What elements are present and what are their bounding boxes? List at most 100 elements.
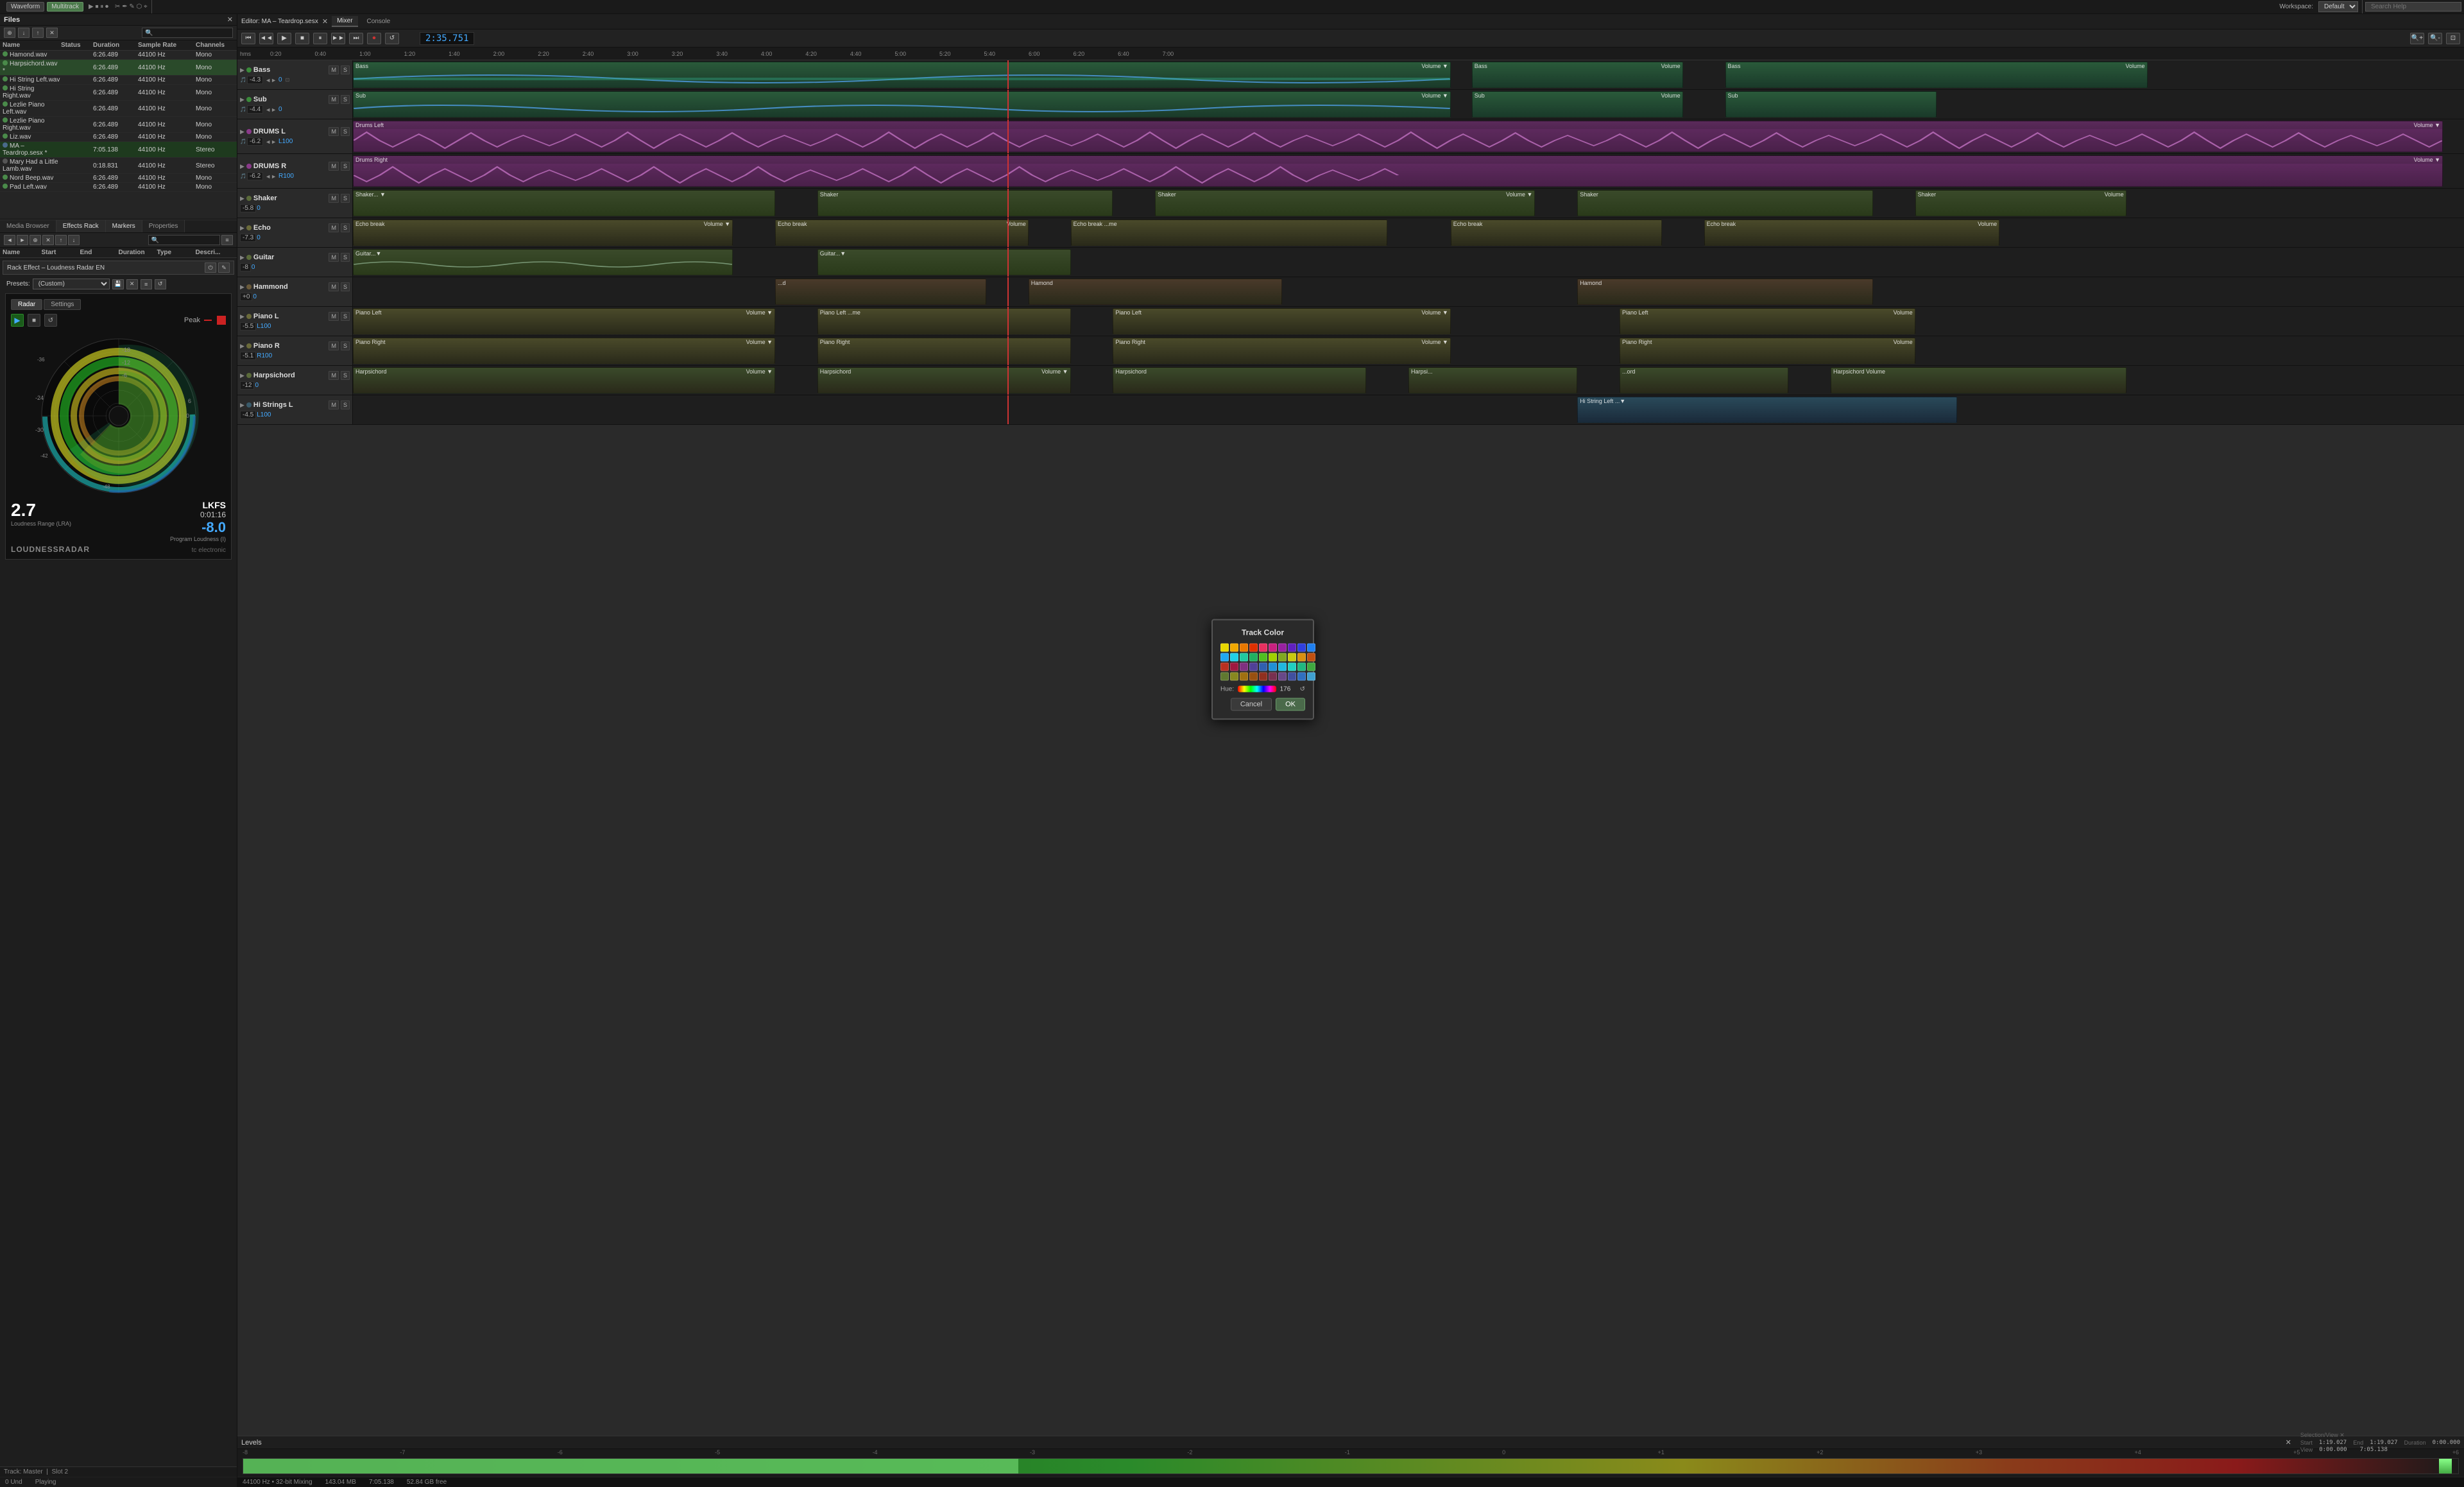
marker-menu[interactable]: ≡ bbox=[221, 235, 233, 245]
piano-l-clip-2[interactable]: Piano Left ...me bbox=[817, 308, 1071, 334]
color-swatch[interactable] bbox=[1288, 672, 1296, 680]
zoom-out[interactable]: 🔍- bbox=[2428, 33, 2442, 44]
color-swatch[interactable] bbox=[1307, 643, 1315, 651]
histr-m[interactable]: M bbox=[329, 400, 339, 409]
tab-console[interactable]: Console bbox=[362, 17, 396, 26]
file-row[interactable]: Hamond.wav 6:26.489 44100 Hz Mono bbox=[0, 51, 237, 60]
drums-l-content[interactable]: Drums Left Volume ▼ bbox=[353, 119, 2464, 153]
transport-fwd[interactable]: ►► bbox=[331, 33, 345, 44]
presets-select[interactable]: (Custom) bbox=[33, 279, 110, 289]
drums-r-content[interactable]: Drums Right Volume ▼ bbox=[353, 154, 2464, 188]
file-row[interactable]: Mary Had a Little Lamb.wav 0:18.831 4410… bbox=[0, 158, 237, 174]
sub-clip-3[interactable]: Sub bbox=[1725, 91, 1937, 117]
color-swatch[interactable] bbox=[1297, 662, 1306, 671]
files-btn-2[interactable]: ↓ bbox=[18, 28, 30, 38]
piano-l-clip-3[interactable]: Piano Left Volume ▼ bbox=[1113, 308, 1450, 334]
file-row[interactable]: Nord Beep.wav 6:26.489 44100 Hz Mono bbox=[0, 174, 237, 183]
piano-r-clip-2[interactable]: Piano Right bbox=[817, 338, 1071, 364]
bass-clip-3[interactable]: Bass Volume bbox=[1725, 62, 2148, 88]
shaker-clip-5[interactable]: Shaker Volume bbox=[1915, 190, 2126, 216]
color-swatch[interactable] bbox=[1307, 653, 1315, 661]
sub-clip-1[interactable]: Sub Volume ▼ bbox=[353, 91, 1451, 117]
piano-r-m[interactable]: M bbox=[329, 341, 339, 350]
tab-media-browser[interactable]: Media Browser bbox=[0, 220, 56, 232]
piano-r-clip-4[interactable]: Piano Right Volume bbox=[1620, 338, 1915, 364]
rack-power[interactable]: ⏻ bbox=[205, 262, 216, 273]
piano-l-s[interactable]: S bbox=[341, 312, 350, 321]
harpsichord-content[interactable]: Harpsichord Volume ▼ Harpsichord Volume … bbox=[353, 366, 2464, 395]
files-search[interactable] bbox=[142, 28, 233, 38]
echo-clip-4[interactable]: Echo break bbox=[1451, 219, 1662, 246]
preset-reset[interactable]: ↺ bbox=[155, 279, 166, 289]
color-swatch[interactable] bbox=[1220, 653, 1229, 661]
color-swatch[interactable] bbox=[1220, 662, 1229, 671]
file-row[interactable]: Pad Left.wav 6:26.489 44100 Hz Mono bbox=[0, 183, 237, 192]
color-swatch[interactable] bbox=[1220, 643, 1229, 651]
color-swatch[interactable] bbox=[1220, 672, 1229, 680]
piano-r-clip-3[interactable]: Piano Right Volume ▼ bbox=[1113, 338, 1450, 364]
color-swatch[interactable] bbox=[1269, 643, 1277, 651]
drums-l-s[interactable]: S bbox=[341, 127, 350, 136]
hue-slider[interactable] bbox=[1238, 686, 1276, 692]
file-row[interactable]: Hi String Left.wav 6:26.489 44100 Hz Mon… bbox=[0, 76, 237, 85]
color-swatch[interactable] bbox=[1240, 662, 1248, 671]
markers-search[interactable] bbox=[148, 235, 221, 245]
echo-clip-2[interactable]: Echo break Volume bbox=[775, 219, 1029, 246]
drums-r-s[interactable]: S bbox=[341, 162, 350, 171]
zoom-in[interactable]: 🔍+ bbox=[2410, 33, 2424, 44]
files-btn-3[interactable]: ↑ bbox=[32, 28, 44, 38]
hammond-clip-2[interactable]: Hamond bbox=[1029, 279, 1282, 305]
transport-stop[interactable]: ■ bbox=[295, 33, 309, 44]
transport-back[interactable]: ◄◄ bbox=[259, 33, 273, 44]
piano-l-clip-4[interactable]: Piano Left Volume bbox=[1620, 308, 1915, 334]
workspace-select[interactable]: Default bbox=[2318, 1, 2358, 12]
color-swatch[interactable] bbox=[1297, 672, 1306, 680]
harp-clip-2[interactable]: Harpsichord Volume ▼ bbox=[817, 367, 1071, 393]
editor-close[interactable]: ✕ bbox=[322, 17, 328, 26]
shaker-clip-2[interactable]: Shaker bbox=[817, 190, 1113, 216]
hue-reset[interactable]: ↺ bbox=[1300, 685, 1305, 692]
drums-l-m[interactable]: M bbox=[329, 127, 339, 136]
marker-btn-1[interactable]: ◄ bbox=[4, 235, 15, 245]
color-swatch[interactable] bbox=[1249, 653, 1258, 661]
color-swatch[interactable] bbox=[1259, 643, 1267, 651]
drums-r-m[interactable]: M bbox=[329, 162, 339, 171]
color-swatch[interactable] bbox=[1288, 643, 1296, 651]
color-swatch[interactable] bbox=[1249, 672, 1258, 680]
guitar-clip-2[interactable]: Guitar...▼ bbox=[817, 249, 1071, 275]
color-swatch[interactable] bbox=[1297, 653, 1306, 661]
bass-clip-2[interactable]: Bass Volume bbox=[1472, 62, 1683, 88]
color-swatch[interactable] bbox=[1278, 643, 1287, 651]
piano-r-clip-1[interactable]: Piano Right Volume ▼ bbox=[353, 338, 775, 364]
marker-btn-6[interactable]: ↓ bbox=[68, 235, 80, 245]
radar-tab-radar[interactable]: Radar bbox=[11, 299, 42, 310]
marker-btn-4[interactable]: ✕ bbox=[42, 235, 54, 245]
marker-btn-3[interactable]: ⊕ bbox=[30, 235, 41, 245]
hammond-clip-1[interactable]: ...d bbox=[775, 279, 986, 305]
radar-tab-settings[interactable]: Settings bbox=[44, 299, 81, 310]
guitar-m[interactable]: M bbox=[329, 253, 339, 262]
harp-clip-5[interactable]: ...ord bbox=[1620, 367, 1788, 393]
transport-rewind[interactable]: ⏮ bbox=[241, 33, 255, 44]
cancel-button[interactable]: Cancel bbox=[1231, 698, 1272, 710]
echo-s[interactable]: S bbox=[341, 223, 350, 232]
piano-l-clip-1[interactable]: Piano Left Volume ▼ bbox=[353, 308, 775, 334]
sub-m[interactable]: M bbox=[329, 95, 339, 104]
color-swatch[interactable] bbox=[1269, 662, 1277, 671]
shaker-clip-1[interactable]: Shaker... ▼ bbox=[353, 190, 775, 216]
transport-play[interactable]: ▶ bbox=[277, 33, 291, 44]
color-swatch[interactable] bbox=[1249, 643, 1258, 651]
file-row[interactable]: Liz.wav 6:26.489 44100 Hz Mono bbox=[0, 133, 237, 142]
file-row[interactable]: Harpsichord.wav * 6:26.489 44100 Hz Mono bbox=[0, 60, 237, 76]
hammond-clip-3[interactable]: Hamond bbox=[1577, 279, 1873, 305]
echo-clip-1[interactable]: Echo break Volume ▼ bbox=[353, 219, 733, 246]
shaker-s[interactable]: S bbox=[341, 194, 350, 203]
file-row[interactable]: Lezlie Piano Right.wav 6:26.489 44100 Hz… bbox=[0, 117, 237, 133]
preset-save[interactable]: 💾 bbox=[112, 279, 124, 289]
tab-mixer[interactable]: Mixer bbox=[332, 16, 357, 27]
histr-clip-1[interactable]: Hi String Left ...▼ bbox=[1577, 397, 1957, 423]
piano-l-content[interactable]: Piano Left Volume ▼ Piano Left ...me Pia… bbox=[353, 307, 2464, 336]
hammond-content[interactable]: ...d Hamond Hamond bbox=[353, 277, 2464, 306]
search-help-input[interactable] bbox=[2365, 2, 2461, 12]
color-swatch[interactable] bbox=[1288, 653, 1296, 661]
